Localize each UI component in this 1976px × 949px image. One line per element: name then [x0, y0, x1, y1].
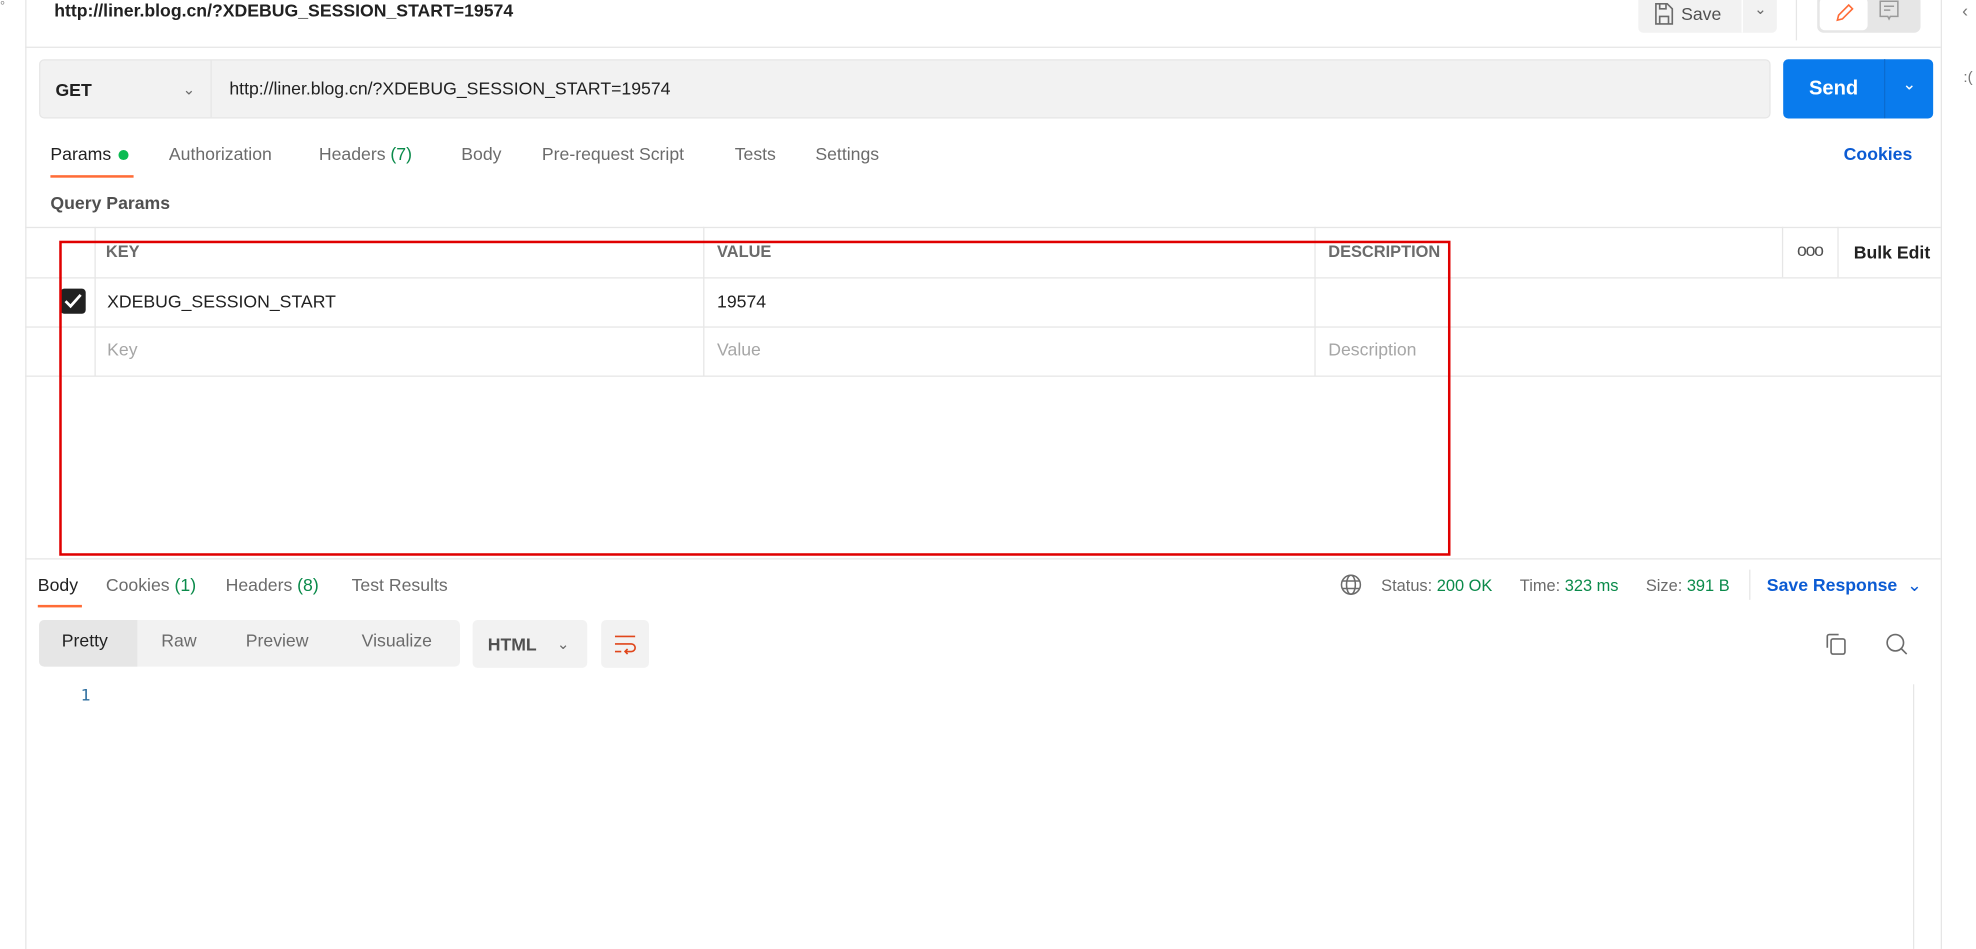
- size-label: Size:: [1645, 575, 1683, 595]
- send-button[interactable]: Send: [1783, 59, 1884, 118]
- format-select[interactable]: HTML ⌄: [472, 620, 588, 668]
- query-params-title: Query Params: [50, 192, 171, 213]
- sidebar-dot-icon: °: [0, 0, 6, 14]
- edit-mode-button[interactable]: [1819, 0, 1868, 31]
- time-value: 323 ms: [1564, 575, 1619, 595]
- url-bar: GET ⌄ http://liner.blog.cn/?XDEBUG_SESSI…: [39, 59, 1771, 119]
- tab-label: Headers: [318, 143, 386, 164]
- globe-icon[interactable]: [1340, 573, 1363, 596]
- view-visualize[interactable]: Visualize: [362, 630, 432, 650]
- collapse-left-icon[interactable]: ‹: [1962, 0, 1968, 20]
- save-button-group: Save ⌄: [1638, 0, 1777, 33]
- tab-body[interactable]: Body: [461, 144, 501, 164]
- tab-label: Params: [50, 143, 112, 164]
- view-preview[interactable]: Preview: [246, 630, 309, 650]
- response-tab-test-results[interactable]: Test Results: [352, 575, 448, 595]
- response-size: Size: 391 B: [1646, 576, 1730, 595]
- tab-authorization[interactable]: Authorization: [169, 144, 272, 164]
- tab-headers[interactable]: Headers (7): [319, 144, 412, 164]
- save-icon: [1655, 2, 1674, 25]
- response-time: Time: 323 ms: [1520, 576, 1619, 595]
- params-active-dot: [118, 149, 129, 161]
- active-tab-indicator: [50, 175, 134, 178]
- cookies-link[interactable]: Cookies: [1844, 144, 1913, 164]
- left-border: [25, 0, 27, 949]
- editor-scrollbar[interactable]: [1912, 684, 1915, 949]
- pencil-icon: [1836, 3, 1854, 22]
- method-select[interactable]: GET ⌄: [40, 60, 212, 118]
- cookies-count: (1): [174, 574, 197, 595]
- save-label: Save: [1681, 3, 1722, 24]
- tab-settings[interactable]: Settings: [815, 144, 879, 164]
- line-number: 1: [80, 686, 91, 706]
- response-tab-cookies[interactable]: Cookies (1): [106, 575, 196, 595]
- save-response-label: Save Response: [1766, 574, 1898, 595]
- headers-count: (8): [297, 574, 319, 595]
- chevron-down-icon: ⌄: [1907, 574, 1922, 595]
- comments-button[interactable]: [1878, 0, 1901, 23]
- response-status: Status: 200 OK: [1381, 576, 1492, 595]
- time-label: Time:: [1519, 575, 1561, 595]
- tab-label: Cookies: [105, 574, 170, 595]
- copy-icon[interactable]: [1825, 633, 1848, 656]
- response-active-tab-indicator: [37, 604, 82, 608]
- mode-toggle: [1817, 0, 1921, 33]
- more-options-icon[interactable]: ooo: [1797, 239, 1824, 259]
- status-label: Status:: [1381, 575, 1433, 595]
- send-button-group: Send ⌄: [1783, 59, 1934, 119]
- status-value: 200 OK: [1436, 575, 1493, 595]
- response-tab-headers[interactable]: Headers (8): [226, 575, 319, 595]
- tab-pre-request-script[interactable]: Pre-request Script: [542, 144, 684, 164]
- highlight-box: [59, 240, 1451, 556]
- search-icon[interactable]: [1885, 633, 1908, 656]
- tab-tests[interactable]: Tests: [735, 144, 776, 164]
- send-options-chevron-icon[interactable]: ⌄: [1885, 74, 1933, 94]
- context-icon[interactable]: :(: [1963, 68, 1972, 86]
- save-dropdown-chevron-icon[interactable]: ⌄: [1744, 0, 1777, 18]
- right-border: [1940, 0, 1942, 949]
- comment-icon: [1879, 0, 1899, 21]
- size-value: 391 B: [1686, 575, 1730, 595]
- view-raw[interactable]: Raw: [161, 630, 196, 650]
- wrap-lines-button[interactable]: [601, 620, 650, 668]
- method-value: GET: [55, 78, 92, 99]
- chevron-down-icon: ⌄: [182, 80, 196, 98]
- headers-count: (7): [390, 143, 413, 164]
- tab-label: Headers: [225, 574, 293, 595]
- save-response-button[interactable]: Save Response ⌄: [1767, 575, 1922, 596]
- wrap-icon: [614, 635, 636, 655]
- bulk-edit-button[interactable]: Bulk Edit: [1854, 242, 1930, 262]
- format-value: HTML: [487, 633, 537, 655]
- chevron-down-icon: ⌄: [556, 635, 570, 653]
- url-input[interactable]: http://liner.blog.cn/?XDEBUG_SESSION_STA…: [229, 78, 670, 98]
- request-title[interactable]: http://liner.blog.cn/?XDEBUG_SESSION_STA…: [54, 0, 513, 20]
- save-button[interactable]: Save: [1638, 0, 1741, 33]
- tab-params[interactable]: Params: [50, 143, 129, 164]
- view-pretty[interactable]: Pretty: [62, 630, 108, 650]
- response-tab-body[interactable]: Body: [38, 575, 78, 595]
